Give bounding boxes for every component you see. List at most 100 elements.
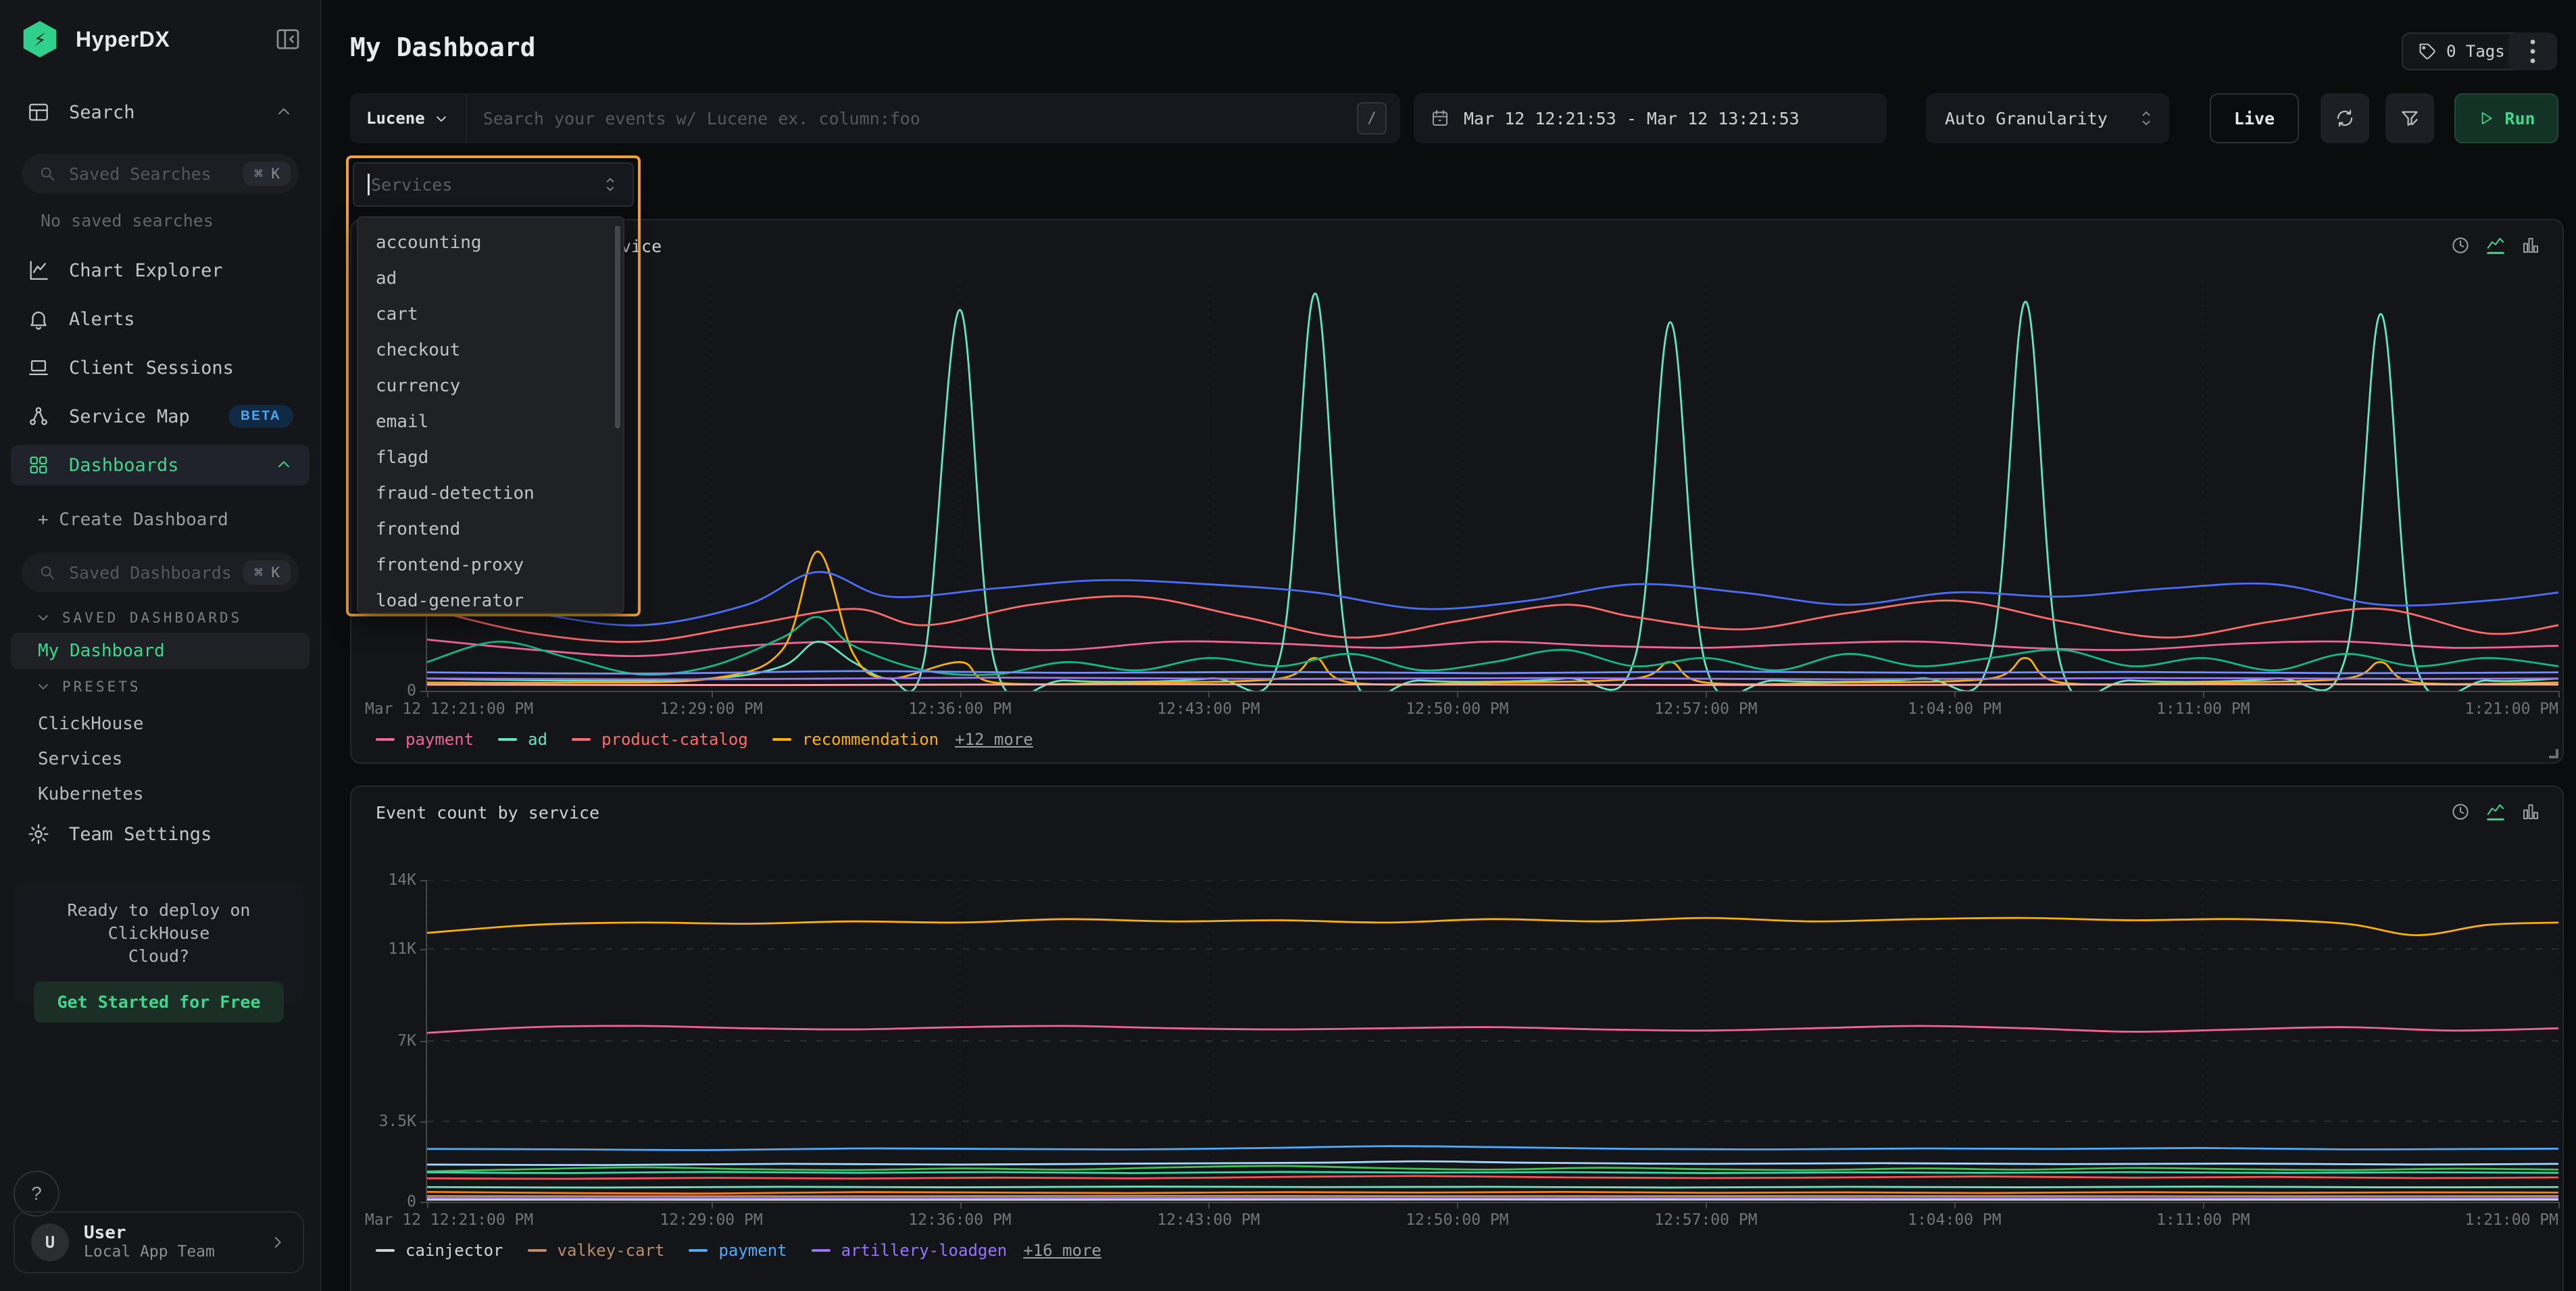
panel-resize-handle[interactable] bbox=[2549, 749, 2558, 758]
sidebar-item-dashboards[interactable]: Dashboards bbox=[11, 445, 309, 485]
query-language-select[interactable]: Lucene bbox=[350, 93, 467, 143]
service-option[interactable]: currency bbox=[358, 368, 623, 404]
x-tick-mark bbox=[427, 691, 428, 698]
saved-searches-input[interactable]: Saved Searches ⌘ K bbox=[22, 154, 299, 193]
legend-item[interactable]: valkey-cart bbox=[528, 1241, 665, 1260]
dots-vertical-icon bbox=[2530, 39, 2535, 64]
legend-item[interactable]: cainjector bbox=[376, 1241, 503, 1260]
services-filter-input[interactable]: Services bbox=[353, 162, 634, 207]
avatar: U bbox=[31, 1223, 69, 1261]
series-other-8 bbox=[427, 1192, 2558, 1193]
x-tick-label: 1:21:00 PM bbox=[2465, 700, 2558, 718]
series-payment bbox=[427, 1146, 2558, 1150]
x-tick-mark bbox=[2203, 1202, 2204, 1209]
time-history-icon[interactable] bbox=[2450, 802, 2471, 822]
service-option[interactable]: accounting bbox=[358, 224, 623, 260]
service-option[interactable]: fraud-detection bbox=[358, 475, 623, 511]
service-option[interactable]: checkout bbox=[358, 332, 623, 368]
time-history-icon[interactable] bbox=[2450, 235, 2471, 255]
service-option[interactable]: cart bbox=[358, 296, 623, 332]
sidebar-dashboard-my-dashboard[interactable]: My Dashboard bbox=[11, 633, 309, 669]
filter-button[interactable] bbox=[2385, 93, 2434, 143]
x-tick-mark bbox=[1706, 1202, 1707, 1209]
run-button[interactable]: Run bbox=[2454, 93, 2558, 143]
tags-button[interactable]: 0 Tags bbox=[2402, 32, 2521, 70]
preset-clickhouse[interactable]: ClickHouse bbox=[11, 706, 309, 742]
sidebar-item-client-sessions[interactable]: Client Sessions bbox=[11, 347, 309, 388]
section-presets[interactable]: PRESETS bbox=[35, 679, 141, 695]
section-saved-dashboards[interactable]: SAVED DASHBOARDS bbox=[35, 610, 242, 626]
services-placeholder: Services bbox=[371, 175, 601, 195]
series-other-3 bbox=[427, 671, 2558, 674]
sidebar-item-service-map[interactable]: Service Map BETA bbox=[11, 396, 309, 437]
section-label: SAVED DASHBOARDS bbox=[62, 610, 242, 626]
sidebar-item-alerts[interactable]: Alerts bbox=[11, 299, 309, 339]
legend-more-link[interactable]: +12 more bbox=[955, 730, 1033, 749]
chevron-up-icon bbox=[274, 456, 293, 474]
chart-plot-area[interactable]: Mar 12 12:21:00 PM12:29:00 PM12:36:00 PM… bbox=[426, 880, 2558, 1203]
service-option[interactable]: ad bbox=[358, 260, 623, 296]
more-options-button[interactable] bbox=[2508, 32, 2557, 70]
service-option[interactable]: flagd bbox=[358, 439, 623, 475]
refresh-button[interactable] bbox=[2321, 93, 2369, 143]
legend-item[interactable]: artillery-loadgen bbox=[812, 1241, 1008, 1260]
legend-more-link[interactable]: +16 more bbox=[1023, 1241, 1101, 1260]
refresh-icon bbox=[2334, 107, 2356, 129]
chevron-right-icon bbox=[268, 1233, 287, 1252]
dashboards-grid-icon bbox=[27, 454, 50, 477]
x-tick-label: 12:43:00 PM bbox=[1157, 700, 1260, 718]
legend-label: cainjector bbox=[405, 1241, 503, 1260]
y-tick-label: 11K bbox=[388, 940, 416, 958]
service-option[interactable]: email bbox=[358, 404, 623, 439]
live-button[interactable]: Live bbox=[2210, 93, 2299, 143]
search-icon bbox=[38, 164, 57, 183]
dropdown-scrollbar[interactable] bbox=[615, 226, 620, 429]
bar-chart-type-icon[interactable] bbox=[2521, 802, 2541, 822]
event-search-input[interactable]: Lucene Search your events w/ Lucene ex. … bbox=[350, 93, 1400, 143]
x-tick-mark bbox=[960, 691, 962, 698]
service-map-icon bbox=[27, 405, 50, 428]
series-other-4 bbox=[427, 678, 2558, 679]
legend-item[interactable]: payment bbox=[689, 1241, 787, 1260]
get-started-button[interactable]: Get Started for Free bbox=[34, 981, 283, 1023]
sidebar-item-chart-explorer[interactable]: Chart Explorer bbox=[11, 250, 309, 291]
series-other-1 bbox=[427, 918, 2558, 935]
service-option[interactable]: load-generator bbox=[358, 583, 623, 614]
x-tick-mark bbox=[960, 1202, 962, 1209]
granularity-select[interactable]: Auto Granularity bbox=[1926, 93, 2169, 143]
series-product-catalog bbox=[427, 596, 2558, 642]
saved-dashboards-placeholder: Saved Dashboards bbox=[69, 563, 243, 583]
collapse-sidebar-button[interactable] bbox=[274, 24, 304, 54]
time-range-picker[interactable]: Mar 12 12:21:53 - Mar 12 13:21:53 bbox=[1414, 93, 1887, 143]
legend-item[interactable]: product-catalog bbox=[572, 730, 748, 749]
chart-canvas[interactable] bbox=[427, 880, 2558, 1202]
sidebar-item-search[interactable]: Search bbox=[11, 92, 309, 132]
chart-plot-area[interactable]: Mar 12 12:21:00 PM12:29:00 PM12:36:00 PM… bbox=[426, 281, 2558, 692]
user-menu[interactable]: U User Local App Team bbox=[14, 1211, 304, 1273]
legend-item[interactable]: payment bbox=[376, 730, 474, 749]
x-tick-mark bbox=[2558, 691, 2560, 698]
legend-swatch bbox=[812, 1249, 831, 1252]
legend-item[interactable]: recommendation bbox=[772, 730, 939, 749]
x-tick-label: 12:36:00 PM bbox=[908, 1211, 1011, 1229]
saved-dashboards-input[interactable]: Saved Dashboards ⌘ K bbox=[22, 553, 299, 592]
line-chart-type-icon[interactable] bbox=[2485, 235, 2506, 255]
sidebar-item-label: Alerts bbox=[69, 309, 293, 330]
service-option[interactable]: frontend-proxy bbox=[358, 547, 623, 583]
series-ad bbox=[427, 293, 2558, 691]
legend-item[interactable]: ad bbox=[498, 730, 547, 749]
preset-kubernetes[interactable]: Kubernetes bbox=[11, 776, 309, 812]
bar-chart-type-icon[interactable] bbox=[2521, 235, 2541, 255]
legend-swatch bbox=[498, 738, 517, 741]
preset-services[interactable]: Services bbox=[11, 741, 309, 777]
user-team: Local App Team bbox=[84, 1242, 268, 1261]
chart-explorer-icon bbox=[27, 259, 50, 282]
chart-canvas[interactable] bbox=[427, 281, 2558, 691]
x-tick-mark bbox=[1706, 691, 1707, 698]
help-button[interactable]: ? bbox=[14, 1171, 59, 1217]
line-chart-type-icon[interactable] bbox=[2485, 802, 2506, 822]
x-tick-label: 12:50:00 PM bbox=[1406, 1211, 1508, 1229]
service-option[interactable]: frontend bbox=[358, 511, 623, 547]
sidebar-item-team-settings[interactable]: Team Settings bbox=[11, 814, 309, 854]
create-dashboard-button[interactable]: + Create Dashboard bbox=[38, 510, 228, 530]
